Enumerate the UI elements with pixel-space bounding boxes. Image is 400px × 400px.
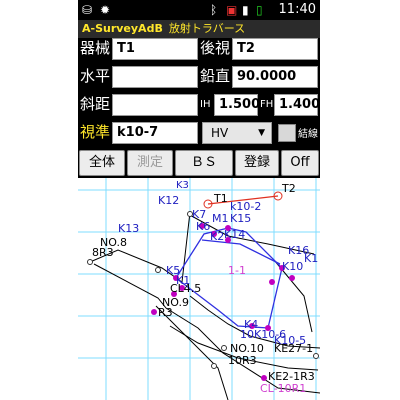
mode-dropdown[interactable]: HV ▼ (202, 122, 272, 144)
label-k14: K14 (224, 228, 245, 241)
measure-button[interactable]: 測定 (127, 150, 173, 176)
horizontal-label: 水平 (80, 67, 111, 85)
button-bar: 全体 測定 ＢＳ 登録 Off (78, 148, 320, 178)
vertical-field[interactable]: 90.0000 (232, 66, 318, 88)
instrument-label: 器械 (80, 39, 111, 57)
slope-distance-field[interactable] (112, 94, 198, 116)
battery-icon: ▯ (256, 3, 263, 17)
alert-icon: ▣ (226, 3, 238, 17)
mode-value: HV (211, 126, 229, 140)
vertical-label: 鉛直 (200, 67, 231, 85)
app-subtitle: 放射トラバース (168, 22, 246, 35)
label-ke27: KE27-1 (274, 342, 313, 355)
bug-icon: ✹ (100, 3, 111, 17)
ih-label: IH (200, 99, 211, 110)
label-10r3: 10R3 (228, 354, 257, 367)
clock: 11:40 (278, 2, 316, 17)
label-m1: M1 (212, 212, 229, 225)
label-8r3: 8R3 (92, 246, 114, 259)
instrument-field[interactable]: T1 (112, 38, 198, 60)
fh-field[interactable]: 1.400 (274, 94, 320, 116)
survey-map[interactable]: K3 K12 T1 T2 k10-2 K7 M1 K15 K6 K2 K14 K… (78, 178, 320, 400)
sight-label: 視準 (80, 123, 111, 141)
label-cl-bottom: CL-10R1 (260, 382, 306, 395)
register-button[interactable]: 登録 (235, 150, 279, 176)
label-r3: R3 (158, 306, 173, 319)
label-t1: T1 (213, 192, 228, 205)
horizontal-field[interactable] (112, 66, 198, 88)
label-cl: CL4.5 (170, 282, 201, 295)
off-button[interactable]: Off (281, 150, 319, 176)
label-area: 1-1 (228, 264, 246, 277)
map-canvas[interactable]: K3 K12 T1 T2 k10-2 K7 M1 K15 K6 K2 K14 K… (78, 178, 320, 400)
backsight-label: 後視 (200, 39, 231, 57)
label-k12: K12 (158, 194, 179, 207)
label-k15: K15 (230, 212, 251, 225)
app-title: A-SurveyAdB (82, 22, 163, 35)
backsight-field[interactable]: T2 (232, 38, 318, 60)
label-k1-right: K1 (304, 252, 318, 265)
label-k2: K2 (210, 230, 224, 243)
status-bar: ⛁ ✹ ᛒ ▣ ▮ ▯ 11:40 (78, 0, 320, 20)
slope-distance-label: 斜距 (80, 95, 111, 113)
ih-field[interactable]: 1.500 (214, 94, 260, 116)
label-t2: T2 (281, 182, 296, 195)
label-k10: K10 (282, 260, 303, 273)
link-checkbox[interactable] (278, 124, 296, 142)
usb-icon: ⛁ (82, 3, 93, 17)
label-k13: K13 (118, 222, 139, 235)
fh-label: FH (260, 99, 274, 110)
phone-screen: ⛁ ✹ ᛒ ▣ ▮ ▯ 11:40 A-SurveyAdB 放射トラバース 器械 … (78, 0, 320, 400)
sight-field[interactable]: k10-7 (112, 122, 198, 144)
link-label: 結線 (298, 129, 318, 140)
traverse-lines (175, 227, 283, 329)
app-title-bar: A-SurveyAdB 放射トラバース (78, 20, 320, 38)
input-form: 器械 T1 後視 T2 水平 鉛直 90.0000 斜距 IH 1.500 FH… (78, 38, 320, 148)
label-k3: K3 (176, 180, 189, 191)
dropdown-arrow-icon: ▼ (258, 128, 265, 138)
label-k6: K6 (196, 220, 210, 233)
backsight-button[interactable]: ＢＳ (175, 150, 233, 176)
bluetooth-icon: ᛒ (210, 3, 218, 17)
show-all-button[interactable]: 全体 (79, 150, 125, 176)
signal-icon: ▮ (242, 3, 249, 17)
